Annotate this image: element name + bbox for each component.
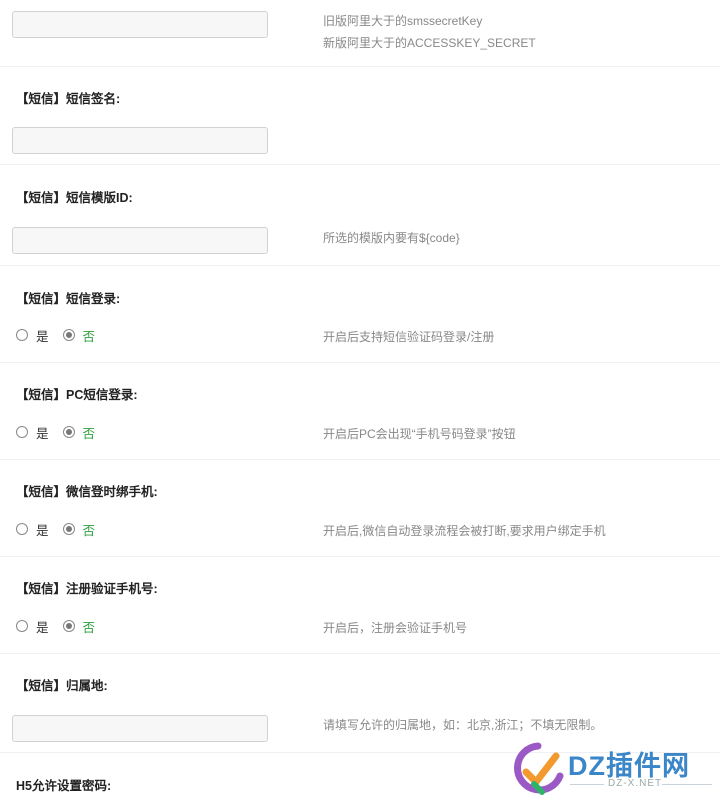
sms-template-input[interactable] bbox=[12, 227, 268, 254]
sms-login-option-no[interactable]: 否 bbox=[62, 326, 95, 345]
pc-sms-login-option-no[interactable]: 否 bbox=[62, 423, 95, 442]
radio-button[interactable] bbox=[16, 523, 28, 535]
radio-button-checked[interactable] bbox=[62, 426, 75, 438]
sms-login-hint: 开启后支持短信验证码登录/注册 bbox=[323, 330, 495, 344]
wechat-bind-phone-option-no[interactable]: 否 bbox=[62, 520, 95, 539]
radio-button[interactable] bbox=[16, 426, 28, 438]
sms-login-label: 【短信】短信登录: bbox=[16, 292, 121, 306]
wechat-bind-phone-option-yes[interactable]: 是 bbox=[16, 520, 49, 539]
sms-sign-label: 【短信】短信签名: bbox=[16, 92, 121, 106]
pc-sms-login-radio-group: 是 否 bbox=[16, 423, 109, 442]
sms-region-hint: 请填写允许的归属地，如：北京,浙江；不填无限制。 bbox=[323, 718, 603, 732]
h5-password-label: H5允许设置密码: bbox=[16, 779, 112, 793]
row-separator bbox=[0, 66, 720, 67]
sms-login-option-yes[interactable]: 是 bbox=[16, 326, 49, 345]
sms-template-label: 【短信】短信模版ID: bbox=[16, 191, 133, 205]
secret-key-hint-line1: 旧版阿里大于的smssecretKey bbox=[323, 14, 483, 28]
radio-button-checked[interactable] bbox=[62, 523, 75, 535]
register-verify-phone-label: 【短信】注册验证手机号: bbox=[16, 582, 158, 596]
register-verify-phone-radio-group: 是 否 bbox=[16, 617, 109, 636]
wechat-bind-phone-radio-group: 是 否 bbox=[16, 520, 109, 539]
pc-sms-login-hint: 开启后PC会出现“手机号码登录”按钮 bbox=[323, 427, 516, 441]
register-verify-phone-option-yes[interactable]: 是 bbox=[16, 617, 49, 636]
pc-sms-login-option-yes[interactable]: 是 bbox=[16, 423, 49, 442]
row-separator bbox=[0, 653, 720, 654]
radio-button[interactable] bbox=[16, 329, 28, 341]
wechat-bind-phone-label: 【短信】微信登时绑手机: bbox=[16, 485, 158, 499]
watermark-line-right bbox=[662, 784, 712, 785]
watermark-line-left bbox=[570, 784, 604, 785]
sms-region-label: 【短信】归属地: bbox=[16, 679, 108, 693]
sms-template-hint: 所选的模版内要有${code} bbox=[323, 231, 460, 245]
dz-watermark-logo: DZ插件网 DZ-X.NET bbox=[512, 738, 720, 805]
secret-key-hint-line2: 新版阿里大于的ACCESSKEY_SECRET bbox=[323, 36, 536, 50]
secret-key-input[interactable] bbox=[12, 11, 268, 38]
register-verify-phone-hint: 开启后，注册会验证手机号 bbox=[323, 621, 468, 635]
sms-region-input[interactable] bbox=[12, 715, 268, 742]
sms-login-radio-group: 是 否 bbox=[16, 326, 109, 345]
row-separator bbox=[0, 265, 720, 266]
row-separator bbox=[0, 164, 720, 165]
wechat-bind-phone-hint: 开启后,微信自动登录流程会被打断,要求用户绑定手机 bbox=[323, 524, 606, 538]
row-separator bbox=[0, 362, 720, 363]
pc-sms-login-label: 【短信】PC短信登录: bbox=[16, 388, 138, 402]
row-separator bbox=[0, 556, 720, 557]
row-separator bbox=[0, 459, 720, 460]
sms-sign-input[interactable] bbox=[12, 127, 268, 154]
radio-button-checked[interactable] bbox=[62, 329, 75, 341]
dz-logo-icon bbox=[514, 742, 564, 795]
radio-button-checked[interactable] bbox=[62, 620, 75, 632]
register-verify-phone-option-no[interactable]: 否 bbox=[62, 617, 95, 636]
watermark-subtext: DZ-X.NET bbox=[608, 778, 663, 789]
radio-button[interactable] bbox=[16, 620, 28, 632]
